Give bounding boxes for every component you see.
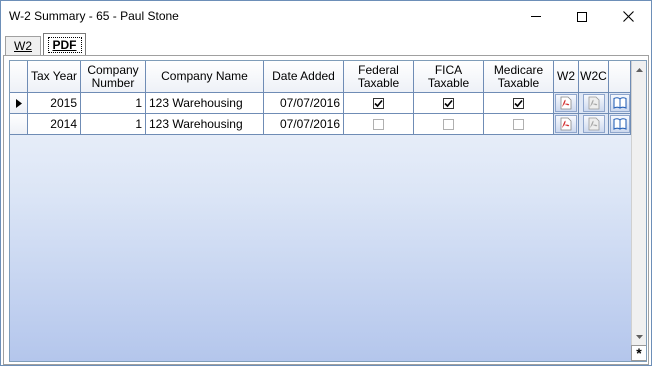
cell-w2: [554, 93, 579, 114]
column-header-w2[interactable]: W2: [554, 61, 579, 93]
column-header-federal-taxable-label: Federal Taxable: [357, 62, 400, 90]
cell-w2c: [579, 114, 609, 135]
minimize-button[interactable]: [513, 1, 559, 32]
column-header-federal-taxable-line1: Federal: [358, 62, 399, 77]
column-header-fica-taxable[interactable]: FICA Taxable: [414, 61, 484, 93]
close-icon: [622, 11, 634, 22]
column-header-tax-year[interactable]: Tax Year: [28, 61, 81, 93]
pdf-disabled-icon: [588, 96, 599, 110]
tab-pdf[interactable]: PDF: [43, 33, 86, 56]
scroll-down-button[interactable]: [632, 329, 646, 345]
cell-company-number[interactable]: 1: [81, 93, 146, 114]
column-header-federal-taxable-line2: Taxable: [357, 75, 400, 90]
view-button[interactable]: [609, 115, 630, 133]
column-header-medicare-taxable-line1: Medicare: [493, 62, 544, 77]
medicare-taxable-checkbox[interactable]: [513, 118, 524, 130]
book-icon: [612, 97, 627, 109]
column-header-federal-taxable[interactable]: Federal Taxable: [344, 61, 414, 93]
maximize-icon: [577, 11, 587, 22]
scroll-down-arrow-icon: [636, 335, 643, 339]
cell-date-added[interactable]: 07/07/2016: [264, 93, 344, 114]
row-header-corner: [10, 61, 28, 93]
tab-strip: W2 PDF: [1, 32, 651, 56]
book-icon: [612, 118, 627, 130]
cell-w2: [554, 114, 579, 135]
cell-fica-taxable: [414, 93, 484, 114]
federal-taxable-checkbox[interactable]: [373, 118, 384, 130]
row-selector[interactable]: [10, 93, 28, 114]
w2-pdf-button[interactable]: [555, 115, 577, 133]
column-header-tax-year-label: Tax Year: [30, 69, 78, 83]
column-header-date-added-label: Date Added: [272, 69, 335, 83]
column-header-company-number-line1: Company: [87, 62, 139, 77]
pdf-icon: [560, 96, 572, 110]
close-button[interactable]: [605, 1, 651, 32]
fica-taxable-checkbox[interactable]: [443, 118, 454, 130]
column-header-medicare-taxable[interactable]: Medicare Taxable: [484, 61, 554, 93]
new-row-asterisk-icon: *: [636, 345, 642, 361]
w2-pdf-button[interactable]: [555, 94, 577, 112]
column-header-w2c-label: W2C: [580, 69, 607, 83]
cell-federal-taxable: [344, 93, 414, 114]
title-bar: W-2 Summary - 65 - Paul Stone: [1, 1, 651, 32]
column-header-company-name-label: Company Name: [161, 69, 248, 83]
scroll-up-arrow-icon: [636, 68, 643, 72]
checkmark-icon: [374, 99, 383, 107]
column-header-date-added[interactable]: Date Added: [264, 61, 344, 93]
w2c-pdf-button[interactable]: [582, 94, 605, 112]
add-new-row-button[interactable]: *: [631, 345, 646, 361]
column-header-fica-taxable-line2: Taxable: [427, 75, 470, 90]
column-header-company-number-line2: Number: [91, 75, 135, 90]
column-header-view[interactable]: [609, 61, 631, 93]
cell-view: [609, 114, 631, 135]
federal-taxable-checkbox[interactable]: [373, 97, 384, 109]
pdf-disabled-icon: [588, 117, 599, 131]
minimize-icon: [531, 16, 541, 17]
maximize-button[interactable]: [559, 1, 605, 32]
column-header-company-number-label: Company Number: [87, 62, 139, 90]
tab-w2-label: W2: [14, 39, 32, 53]
column-header-fica-taxable-label: FICA Taxable: [427, 62, 470, 90]
fica-taxable-checkbox[interactable]: [443, 97, 454, 109]
cell-tax-year[interactable]: 2014: [28, 114, 81, 135]
w2-grid[interactable]: Tax Year Company Number Company Name Dat…: [9, 60, 647, 362]
checkmark-icon: [444, 99, 453, 107]
cell-company-name[interactable]: 123 Warehousing: [146, 114, 264, 135]
window-title: W-2 Summary - 65 - Paul Stone: [9, 9, 179, 23]
w2c-pdf-button[interactable]: [582, 115, 605, 133]
cell-date-added[interactable]: 07/07/2016: [264, 114, 344, 135]
cell-fica-taxable: [414, 114, 484, 135]
cell-tax-year[interactable]: 2015: [28, 93, 81, 114]
checkmark-icon: [514, 99, 523, 107]
tab-w2[interactable]: W2: [5, 36, 41, 55]
scroll-up-button[interactable]: [632, 62, 646, 78]
column-header-company-name[interactable]: Company Name: [146, 61, 264, 93]
cell-company-name[interactable]: 123 Warehousing: [146, 93, 264, 114]
column-header-company-number[interactable]: Company Number: [81, 61, 146, 93]
column-header-w2-label: W2: [557, 69, 575, 83]
view-button[interactable]: [609, 94, 630, 112]
current-row-arrow-icon: [15, 98, 22, 108]
cell-medicare-taxable: [484, 93, 554, 114]
cell-medicare-taxable: [484, 114, 554, 135]
cell-company-number[interactable]: 1: [81, 114, 146, 135]
w2-summary-window: W-2 Summary - 65 - Paul Stone W2 PDF Tax…: [0, 0, 652, 366]
pdf-icon: [560, 117, 572, 131]
column-header-w2c[interactable]: W2C: [579, 61, 609, 93]
vertical-scrollbar[interactable]: [631, 61, 646, 361]
column-header-medicare-taxable-line2: Taxable: [497, 75, 540, 90]
tab-pdf-label: PDF: [47, 37, 82, 53]
cell-view: [609, 93, 631, 114]
pdf-tab-panel: Tax Year Company Number Company Name Dat…: [3, 55, 649, 365]
cell-federal-taxable: [344, 114, 414, 135]
column-header-medicare-taxable-label: Medicare Taxable: [493, 62, 544, 90]
row-selector[interactable]: [10, 114, 28, 135]
medicare-taxable-checkbox[interactable]: [513, 97, 524, 109]
column-header-fica-taxable-line1: FICA: [434, 62, 463, 77]
cell-w2c: [579, 93, 609, 114]
